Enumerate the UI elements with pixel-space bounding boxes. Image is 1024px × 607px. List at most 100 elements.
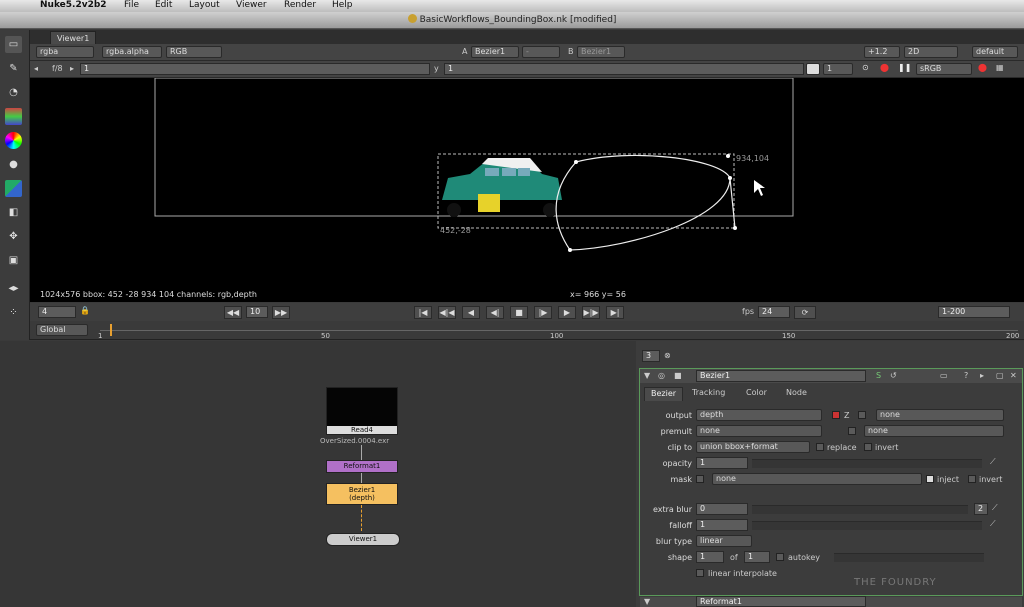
invert-checkbox[interactable]: [864, 443, 872, 451]
stop-button[interactable]: ■: [510, 306, 528, 319]
float-panel-icon[interactable]: ▭: [940, 371, 948, 380]
premult-extra-checkbox[interactable]: [848, 427, 856, 435]
view-mode-dropdown[interactable]: 2D: [904, 46, 958, 58]
output-extra-checkbox[interactable]: [858, 411, 866, 419]
lock-icon[interactable]: 🔒: [80, 306, 90, 315]
menu-viewer[interactable]: Viewer: [236, 0, 267, 10]
loop-mode-icon[interactable]: ⟳: [794, 306, 816, 319]
extrablur-slider[interactable]: [752, 505, 968, 514]
step-increment-field[interactable]: 10: [246, 306, 268, 318]
last-frame-button[interactable]: ▶|: [606, 306, 624, 319]
roi-icon[interactable]: ⊙: [862, 63, 869, 72]
autokey-checkbox[interactable]: [776, 553, 784, 561]
wipe-op-dropdown[interactable]: -: [522, 46, 560, 58]
read-node[interactable]: Read4: [326, 387, 398, 435]
gamma-slider[interactable]: 1: [444, 63, 804, 75]
revert-icon[interactable]: ↺: [890, 371, 897, 380]
next-panel-name[interactable]: Reformat1: [696, 596, 866, 607]
proxy-icon[interactable]: [806, 63, 820, 75]
channels-dropdown[interactable]: rgba: [36, 46, 94, 58]
replace-checkbox[interactable]: [816, 443, 824, 451]
menu-file[interactable]: File: [124, 0, 139, 10]
clear-panels-icon[interactable]: ⊗: [664, 351, 671, 360]
node-graph[interactable]: Read4 OverSized.0004.exr Reformat1 Bezie…: [0, 341, 636, 607]
clipping-warning-icon[interactable]: ⬤: [978, 63, 987, 72]
stamp-icon[interactable]: S: [876, 371, 881, 380]
help-icon[interactable]: ?: [964, 371, 968, 380]
gain-left-arrow-icon[interactable]: ◂: [34, 64, 38, 73]
step-back-icon[interactable]: ◀◀: [224, 306, 242, 319]
frame-range-field[interactable]: 1-200: [938, 306, 1010, 318]
tab-viewer1[interactable]: Viewer1: [50, 31, 97, 44]
timeline-scope-dropdown[interactable]: Global: [36, 324, 88, 336]
play-forward-button[interactable]: |▶: [534, 306, 552, 319]
close-icon[interactable]: ✕: [1010, 371, 1017, 380]
premult-dropdown[interactable]: none: [696, 425, 822, 437]
center-node-icon[interactable]: ◎: [658, 371, 665, 380]
premult-extra-dropdown[interactable]: none: [864, 425, 1004, 437]
colorspace-dropdown[interactable]: sRGB: [916, 63, 972, 75]
opacity-curve-icon[interactable]: ⟋: [990, 457, 996, 467]
frame-field[interactable]: 4: [38, 306, 76, 318]
node-color-icon[interactable]: ■: [674, 371, 682, 380]
merge-tool-icon[interactable]: ◧: [5, 204, 22, 221]
tab-color[interactable]: Color: [740, 387, 773, 401]
falloff-curve-icon[interactable]: ⟋: [990, 519, 996, 529]
next-frame-button[interactable]: ▶: [558, 306, 576, 319]
mask-invert-checkbox[interactable]: [968, 475, 976, 483]
menu-edit[interactable]: Edit: [155, 0, 172, 10]
proxy-dropdown[interactable]: 1: [823, 63, 853, 75]
draw-tool-icon[interactable]: ✎: [5, 60, 22, 77]
extrablur-count[interactable]: 2: [974, 503, 988, 515]
max-panels-field[interactable]: 3: [642, 350, 660, 362]
extrablur-field[interactable]: 0: [696, 503, 748, 515]
playhead[interactable]: [110, 324, 112, 336]
extrablur-curve-icon[interactable]: ⟋: [992, 503, 998, 513]
render-stop-icon[interactable]: ⬤: [880, 63, 889, 72]
opacity-field[interactable]: 1: [696, 457, 748, 469]
3d-tool-icon[interactable]: ▣: [5, 252, 22, 269]
bezier-shape[interactable]: [555, 154, 731, 251]
keyer-tool-icon[interactable]: [5, 180, 22, 197]
first-frame-button[interactable]: |◀: [414, 306, 432, 319]
tab-tracking[interactable]: Tracking: [686, 387, 731, 401]
bezier-point[interactable]: [733, 226, 737, 230]
tab-bezier[interactable]: Bezier: [644, 387, 684, 401]
shape-total-field[interactable]: 1: [744, 551, 770, 563]
viewer-tool-icon[interactable]: ▭: [5, 36, 22, 53]
output-extra-dropdown[interactable]: none: [876, 409, 1004, 421]
step-forward-icon[interactable]: ▶▶: [272, 306, 290, 319]
play-backward-button[interactable]: ◀|: [486, 306, 504, 319]
collapse-icon[interactable]: ▼: [644, 597, 650, 606]
transform-tool-icon[interactable]: ✥: [5, 228, 22, 245]
bezier-point[interactable]: [726, 154, 730, 158]
blurtype-dropdown[interactable]: linear: [696, 535, 752, 547]
tab-node[interactable]: Node: [780, 387, 813, 401]
time-tool-icon[interactable]: ◔: [5, 84, 22, 101]
menu-render[interactable]: Render: [284, 0, 316, 10]
minimize-icon[interactable]: ▸: [980, 371, 984, 380]
prev-keyframe-button[interactable]: ◀|◀: [438, 306, 456, 319]
alpha-dropdown[interactable]: rgba.alpha: [102, 46, 162, 58]
viewer-node[interactable]: Viewer1: [326, 533, 400, 546]
bezier-point[interactable]: [728, 176, 732, 180]
output-z-checkbox[interactable]: [832, 411, 840, 419]
falloff-slider[interactable]: [752, 521, 982, 530]
shape-field[interactable]: 1: [696, 551, 724, 563]
viewer-canvas[interactable]: 934,104 452,-28: [30, 78, 1024, 288]
next-keyframe-button[interactable]: ▶|▶: [582, 306, 600, 319]
gain-slider[interactable]: 1: [80, 63, 430, 75]
app-menu[interactable]: Nuke5.2v2b2: [40, 0, 107, 10]
mask-dropdown[interactable]: none: [712, 473, 922, 485]
color-tool-icon[interactable]: [5, 132, 22, 149]
opacity-slider[interactable]: [752, 459, 982, 468]
timeline[interactable]: Global 1 50 100 150 200: [30, 321, 1024, 340]
viewer-settings-icon[interactable]: ▦: [996, 63, 1004, 72]
mask-checkbox[interactable]: [696, 475, 704, 483]
display-channel-dropdown[interactable]: RGB: [166, 46, 222, 58]
channel-tool-icon[interactable]: [5, 108, 22, 125]
lut-preset-dropdown[interactable]: default: [972, 46, 1018, 58]
views-tool-icon[interactable]: ◂▸: [5, 280, 22, 297]
input-a-dropdown[interactable]: Bezier1: [471, 46, 519, 58]
pause-icon[interactable]: ❚❚: [898, 63, 911, 72]
